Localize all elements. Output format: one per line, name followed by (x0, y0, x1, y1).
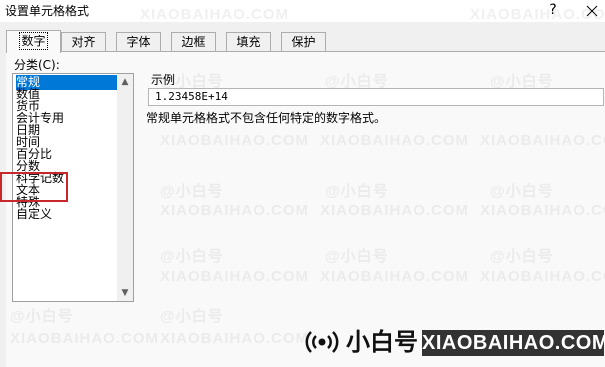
sample-box: 1.23458E+14 (148, 88, 604, 106)
dialog-title: 设置单元格格式 (5, 4, 90, 18)
tab-protection[interactable]: 保护 (281, 32, 326, 51)
tab-protection-label: 保护 (291, 35, 316, 49)
scroll-up-icon[interactable]: ▲ (117, 74, 133, 90)
watermark-text: @小白号 (325, 248, 389, 265)
watermark-text: XIAOBAIHAO.COM (160, 132, 309, 149)
watermark-text: XIAOBAIHAO.COM (160, 202, 309, 219)
format-description: 常规单元格格式不包含任何特定的数字格式。 (146, 111, 387, 125)
tab-font-label: 字体 (126, 35, 151, 49)
watermark-text: @小白号 (160, 308, 224, 325)
watermark-text: XIAOBAIHAO.COM (320, 132, 469, 149)
tab-fill[interactable]: 填充 (226, 32, 271, 51)
watermark-text: @小白号 (160, 248, 224, 265)
watermark-text: @小白号 (490, 183, 554, 200)
site-logo: 小白号 XIAOBAIHAO.COM (304, 326, 605, 358)
tab-border-label: 边框 (181, 35, 206, 49)
watermark-text: XIAOBAIHAO.COM (480, 268, 605, 285)
watermark-text: XIAOBAIHAO.COM (10, 330, 159, 347)
watermark-text: XIAOBAIHAO.COM (480, 202, 605, 219)
watermark-text: XIAOBAIHAO.COM (160, 330, 309, 347)
highlight-annotation-box (0, 172, 68, 202)
watermark-text: XIAOBAIHAO.COM (480, 132, 605, 149)
tab-alignment[interactable]: 对齐 (61, 32, 106, 51)
sample-label: 示例 (151, 73, 176, 87)
watermark-text: XIAOBAIHAO.COM (320, 268, 469, 285)
watermark-text: @小白号 (160, 183, 224, 200)
category-scrollbar[interactable]: ▲ ▼ (117, 74, 133, 301)
logo-text-en: XIAOBAIHAO.COM (422, 330, 605, 356)
watermark-text: @小白号 (325, 183, 389, 200)
category-label: 分类(C): (14, 58, 60, 72)
watermark-text: @小白号 (490, 248, 554, 265)
tab-number-label: 数字 (19, 32, 48, 50)
watermark-text: XIAOBAIHAO.COM (160, 268, 309, 285)
tab-alignment-label: 对齐 (71, 35, 96, 49)
logo-text-cn: 小白号 (346, 328, 418, 356)
broadcast-icon (305, 331, 339, 353)
tab-font[interactable]: 字体 (116, 32, 161, 51)
tab-number[interactable]: 数字 (6, 30, 61, 53)
tab-strip: 数字 对齐 字体 边框 填充 保护 (6, 30, 605, 53)
sample-value: 1.23458E+14 (155, 90, 228, 103)
watermark-text: XIAOBAIHAO.COM (140, 6, 289, 23)
category-item-custom[interactable]: 自定义 (16, 207, 118, 222)
tab-fill-label: 填充 (236, 35, 261, 49)
watermark-text: @小白号 (10, 308, 74, 325)
watermark-text: XIAOBAIHAO.COM (470, 6, 605, 23)
watermark-text: XIAOBAIHAO.COM (320, 202, 469, 219)
scroll-down-icon[interactable]: ▼ (117, 285, 133, 301)
tab-border[interactable]: 边框 (171, 32, 216, 51)
